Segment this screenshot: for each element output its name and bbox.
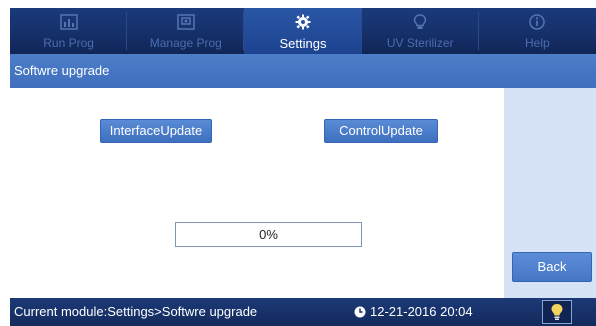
status-bar: Current module:Settings>Softwre upgrade …	[10, 298, 596, 326]
back-button[interactable]: Back	[512, 252, 592, 282]
clock-icon	[354, 306, 366, 318]
tab-uv-sterilizer[interactable]: UV Sterilizer	[362, 8, 479, 54]
gear-icon	[295, 14, 311, 30]
tab-label: UV Sterilizer	[386, 36, 454, 50]
app-window: Run Prog Manage Prog Settings UV Sterili…	[10, 8, 596, 326]
tab-manage-prog[interactable]: Manage Prog	[127, 8, 245, 54]
page-title: Softwre upgrade	[10, 54, 596, 88]
progress-text: 0%	[259, 227, 278, 242]
chart-icon	[59, 14, 78, 30]
tab-settings[interactable]: Settings	[244, 8, 362, 54]
datetime-display: 12-21-2016 20:04	[354, 298, 473, 326]
bulb-icon	[413, 14, 427, 29]
tab-run-prog[interactable]: Run Prog	[10, 8, 128, 54]
tab-label: Manage Prog	[149, 36, 222, 50]
light-toggle-button[interactable]	[542, 300, 572, 324]
datetime-text: 12-21-2016 20:04	[370, 304, 473, 319]
tab-label: Run Prog	[43, 36, 94, 50]
info-icon	[529, 14, 546, 30]
folder-icon	[177, 14, 195, 30]
lightbulb-icon	[551, 304, 563, 320]
top-navigation: Run Prog Manage Prog Settings UV Sterili…	[10, 8, 596, 54]
progress-bar: 0%	[175, 222, 362, 247]
tab-label: Settings	[279, 36, 327, 51]
control-update-button[interactable]: ControlUpdate	[324, 119, 438, 143]
current-module-text: Current module:Settings>Softwre upgrade	[14, 304, 258, 319]
interface-update-button[interactable]: InterfaceUpdate	[100, 119, 212, 143]
tab-label: Help	[525, 36, 550, 50]
tab-help[interactable]: Help	[479, 8, 596, 54]
